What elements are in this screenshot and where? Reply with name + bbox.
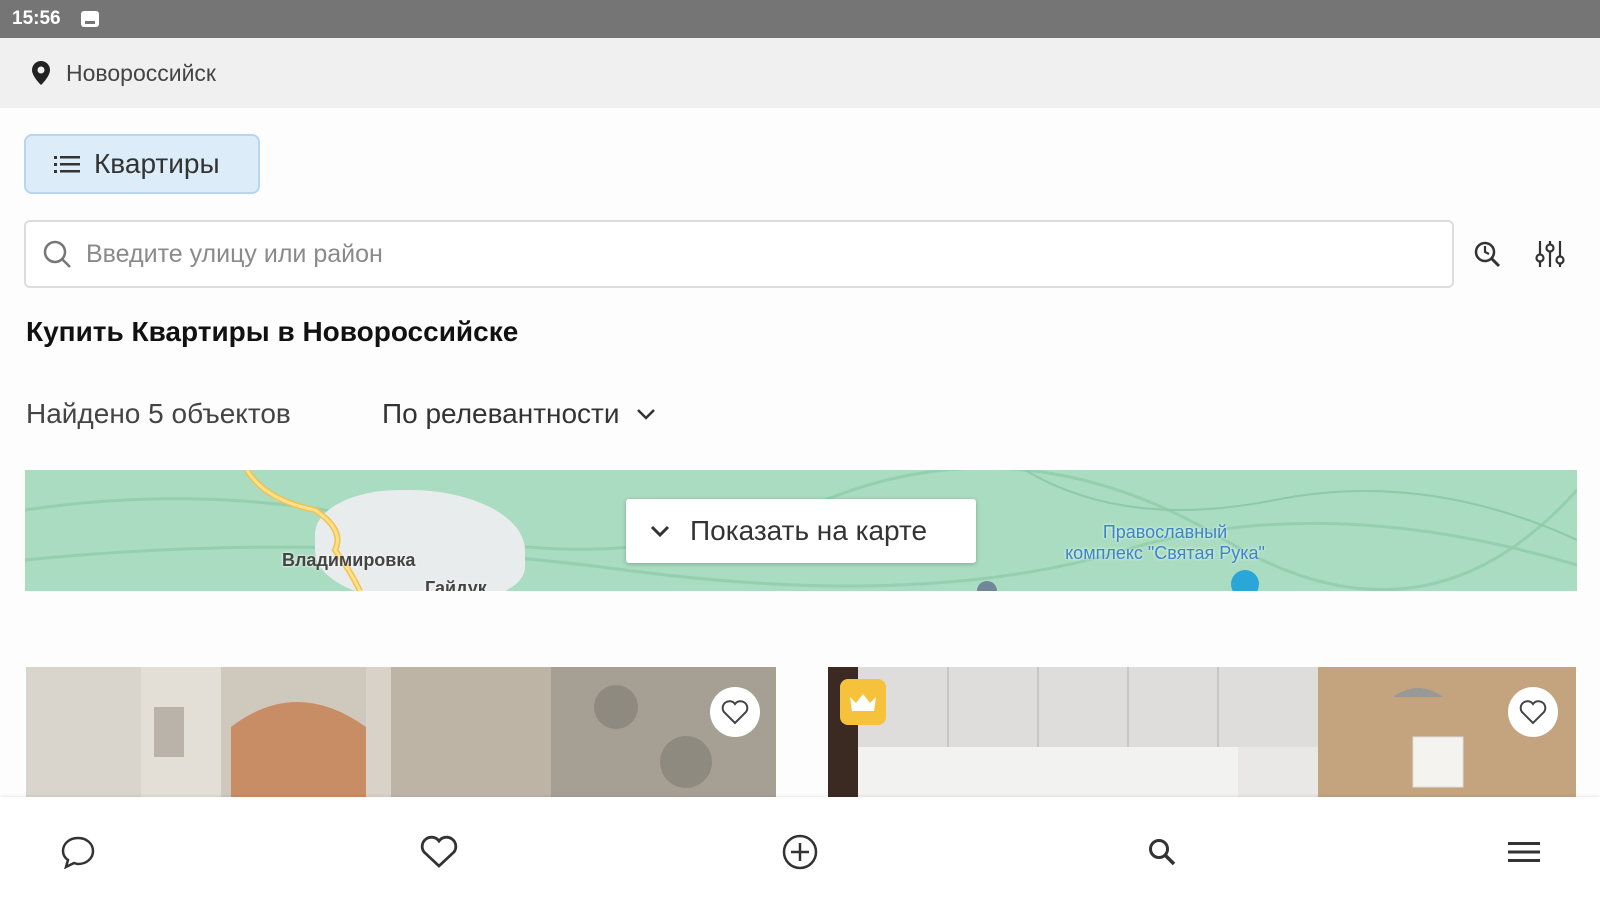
results-count: Найдено 5 объектов	[26, 398, 291, 429]
notification-icon	[80, 11, 99, 27]
location-pin-icon	[32, 61, 50, 85]
listing-card[interactable]	[828, 667, 1576, 797]
sort-label: По релевантности	[382, 398, 620, 429]
saved-search-button[interactable]	[1464, 230, 1512, 278]
category-chip[interactable]: Квартиры	[24, 134, 260, 194]
filters-button[interactable]	[1526, 230, 1574, 278]
status-bar: 15:56	[0, 0, 1600, 38]
filters-icon	[1535, 241, 1565, 267]
map-label-poi-line1: Православный	[1102, 522, 1228, 542]
chevron-down-icon	[636, 409, 655, 420]
nav-add[interactable]	[775, 827, 825, 877]
premium-badge	[840, 679, 886, 725]
search-input[interactable]	[86, 239, 1386, 269]
nav-menu[interactable]	[1499, 827, 1549, 877]
sort-dropdown[interactable]: По релевантности	[382, 398, 656, 430]
city-name: Новороссийск	[66, 59, 216, 86]
nav-search[interactable]	[1137, 827, 1187, 877]
map-label-poi-line2: комплекс "Святая Рука"	[1065, 543, 1265, 563]
favorite-button[interactable]	[710, 687, 760, 737]
listing-card[interactable]	[26, 667, 776, 797]
nav-messages[interactable]	[53, 827, 103, 877]
menu-icon	[1508, 842, 1540, 862]
page-title: Купить Квартиры в Новороссийске	[26, 316, 519, 347]
listing-photo	[828, 667, 1576, 797]
status-time: 15:56	[12, 8, 61, 29]
favorite-button[interactable]	[1508, 687, 1558, 737]
favorites-icon	[420, 835, 458, 868]
listing-photo	[26, 667, 776, 797]
search-icon	[43, 240, 71, 268]
search-icon	[1149, 839, 1176, 866]
chevron-down-icon	[650, 525, 670, 537]
add-icon	[782, 834, 818, 870]
saved-search-icon	[1474, 241, 1501, 268]
show-on-map-label: Показать на карте	[690, 515, 928, 546]
bottom-navigation	[0, 797, 1600, 900]
heart-icon	[721, 700, 749, 725]
map-label-poi: Православный комплекс "Святая Рука"	[1025, 522, 1305, 564]
crown-icon	[850, 694, 876, 711]
heart-icon	[1519, 700, 1547, 725]
category-label: Квартиры	[94, 148, 220, 179]
map-label-village: Владимировка	[282, 550, 416, 570]
nav-favorites[interactable]	[414, 827, 464, 877]
map-label-village2: Гайдук	[425, 578, 487, 591]
chat-icon	[61, 836, 95, 870]
list-icon	[54, 156, 80, 173]
search-box	[24, 220, 1454, 288]
show-on-map-button[interactable]: Показать на карте	[626, 499, 976, 563]
location-bar[interactable]: Новороссийск	[0, 38, 1600, 108]
